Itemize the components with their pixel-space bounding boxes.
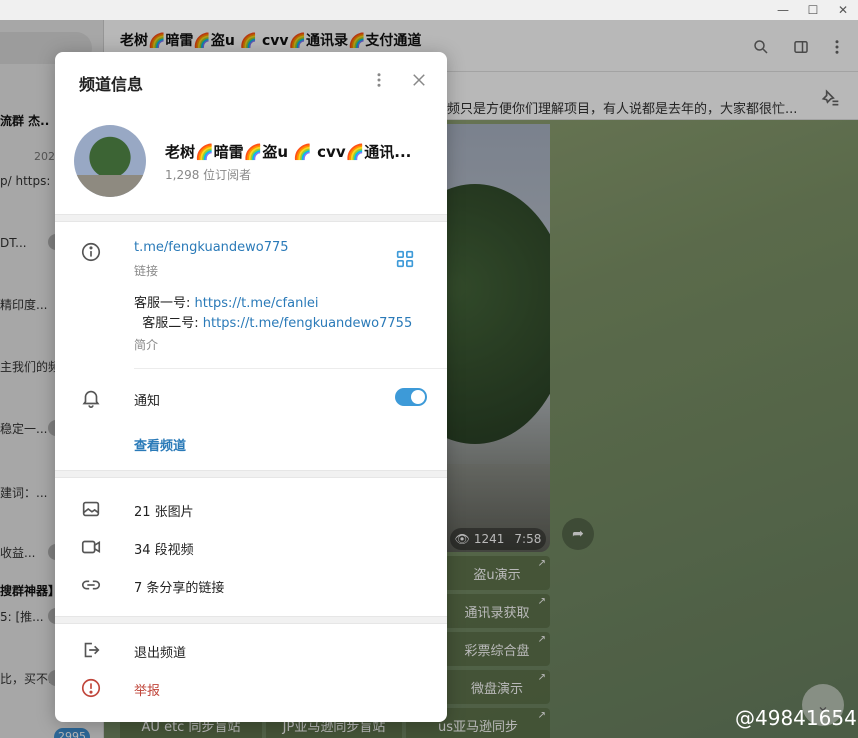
- video-icon: [79, 535, 103, 559]
- info-icon: [79, 240, 103, 264]
- notifications-toggle[interactable]: [395, 388, 427, 406]
- divider: [134, 368, 447, 369]
- more-icon[interactable]: [367, 68, 391, 92]
- watermark: @49841654: [735, 706, 857, 730]
- photo-icon: [79, 497, 103, 521]
- report-button[interactable]: 举报: [134, 680, 160, 699]
- description-caption: 简介: [134, 338, 159, 352]
- channel-name: 老树🌈暗雷🌈盗u 🌈 cvv🌈通讯...: [165, 143, 412, 161]
- section-divider: [55, 616, 447, 624]
- media-videos[interactable]: 34 段视频: [134, 539, 194, 558]
- close-icon[interactable]: ✕: [828, 0, 858, 20]
- maximize-icon[interactable]: ☐: [798, 0, 828, 20]
- minimize-icon[interactable]: —: [768, 0, 798, 20]
- qr-code-icon[interactable]: [393, 247, 417, 271]
- link-icon: [79, 573, 103, 597]
- leave-channel-button[interactable]: 退出频道: [134, 642, 186, 661]
- close-icon[interactable]: [407, 68, 431, 92]
- about-link[interactable]: https://t.me/fengkuandewo7755: [203, 316, 412, 331]
- notifications-label: 通知: [134, 394, 161, 409]
- link-caption: 链接: [134, 264, 159, 278]
- media-links[interactable]: 7 条分享的链接: [134, 577, 224, 596]
- channel-description: 客服一号: https://t.me/cfanlei 客服二号: https:/…: [134, 294, 424, 334]
- about-link[interactable]: https://t.me/cfanlei: [195, 296, 319, 311]
- dialog-title: 频道信息: [79, 75, 144, 94]
- channel-link[interactable]: t.me/fengkuandewo775: [134, 240, 289, 255]
- section-divider: [55, 470, 447, 478]
- media-photos[interactable]: 21 张图片: [134, 501, 194, 520]
- channel-avatar[interactable]: [74, 125, 146, 197]
- leave-icon: [79, 638, 103, 662]
- section-divider: [55, 214, 447, 222]
- window-titlebar: — ☐ ✕: [0, 0, 858, 20]
- about-text: 客服一号:: [134, 296, 195, 311]
- subscriber-count: 1,298 位订阅者: [165, 168, 252, 182]
- channel-info-dialog: 频道信息 老树🌈暗雷🌈盗u 🌈 cvv🌈通讯... 1,298 位订阅者 t.m…: [55, 52, 447, 722]
- report-icon: [79, 676, 103, 700]
- view-channel-button[interactable]: 查看频道: [134, 435, 186, 454]
- bell-icon: [79, 386, 103, 410]
- about-text: 客服二号:: [134, 316, 203, 331]
- toggle-knob: [411, 390, 425, 404]
